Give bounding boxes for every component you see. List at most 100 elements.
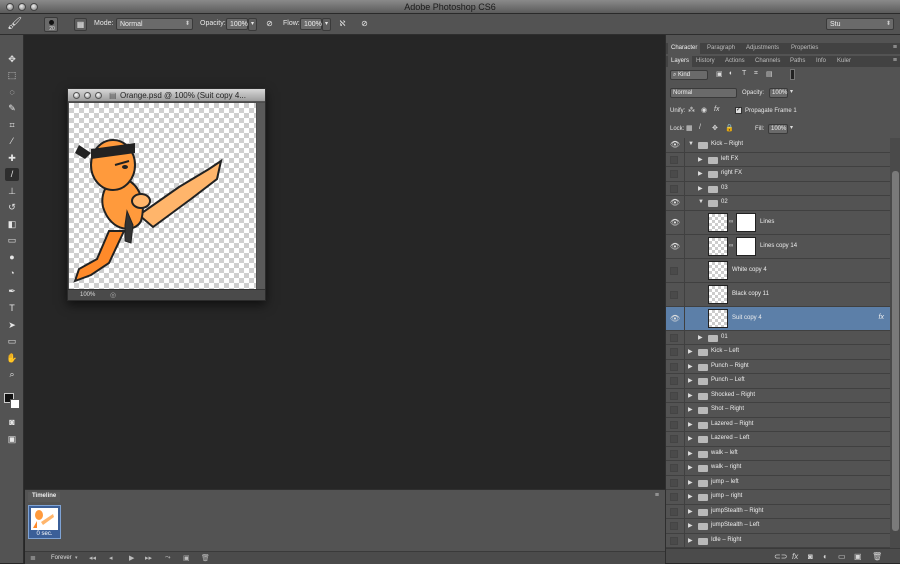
- lasso-tool-icon[interactable]: ◌: [5, 86, 19, 99]
- disclosure-closed-icon[interactable]: ▶: [688, 479, 693, 486]
- layer-group-row[interactable]: ▶ jumpStealth – Right: [666, 504, 890, 519]
- layer-group-row[interactable]: ▶ walk – right: [666, 461, 890, 476]
- previous-frame-icon[interactable]: ◂: [109, 554, 113, 562]
- lock-position-icon[interactable]: ✥: [712, 124, 718, 132]
- layer-row[interactable]: 👁 Suit copy 4 fx: [666, 306, 890, 331]
- smart-object-filter-icon[interactable]: ▤: [766, 70, 773, 78]
- visibility-eye-icon[interactable]: 👁: [669, 198, 681, 207]
- disclosure-closed-icon[interactable]: ▶: [688, 522, 693, 529]
- disclosure-closed-icon[interactable]: ▶: [688, 537, 693, 544]
- tab-channels[interactable]: Channels: [752, 56, 783, 67]
- hand-tool-icon[interactable]: ✋: [5, 352, 19, 365]
- layer-row[interactable]: 👁 ∞ Lines copy 14: [666, 234, 890, 259]
- unify-position-icon[interactable]: ⁂: [688, 106, 695, 114]
- layer-group-row[interactable]: ▶ left FX: [666, 152, 890, 167]
- visibility-toggle[interactable]: [670, 155, 678, 164]
- brush-panel-toggle-icon[interactable]: ▦: [74, 18, 87, 31]
- layer-group-row[interactable]: 👁 ▼ 02: [666, 196, 890, 211]
- blend-mode-select[interactable]: Normal: [670, 88, 737, 98]
- healing-brush-tool-icon[interactable]: ✚: [5, 152, 19, 165]
- quick-mask-icon[interactable]: ◙: [5, 416, 19, 429]
- visibility-toggle[interactable]: [670, 435, 678, 444]
- link-layers-icon[interactable]: ⊂⊃: [774, 552, 787, 561]
- layer-thumbnail[interactable]: [708, 212, 728, 232]
- layer-group-row[interactable]: ▶ jump – left: [666, 475, 890, 490]
- tab-actions[interactable]: Actions: [722, 56, 748, 67]
- tween-icon[interactable]: ⤳: [165, 554, 171, 562]
- layer-thumbnail[interactable]: [708, 260, 728, 280]
- tab-kuler[interactable]: Kuler: [834, 56, 854, 67]
- status-info-icon[interactable]: ◎: [110, 291, 116, 299]
- layer-group-row[interactable]: ▶ 03: [666, 181, 890, 196]
- visibility-toggle[interactable]: [670, 536, 678, 545]
- visibility-toggle[interactable]: [670, 391, 678, 400]
- visibility-toggle[interactable]: [670, 478, 678, 487]
- disclosure-closed-icon[interactable]: ▶: [698, 185, 703, 192]
- tab-info[interactable]: Info: [813, 56, 829, 67]
- propagate-frame-checkbox[interactable]: ✓: [735, 107, 742, 114]
- visibility-toggle[interactable]: [670, 493, 678, 502]
- flow-dropdown-icon[interactable]: ▾: [322, 18, 331, 31]
- delete-layer-icon[interactable]: 🗑: [872, 552, 882, 561]
- layer-effects-icon[interactable]: fx: [879, 314, 884, 321]
- disclosure-closed-icon[interactable]: ▶: [698, 334, 703, 341]
- fill-dropdown-icon[interactable]: ▾: [790, 124, 793, 131]
- animation-frame-1[interactable]: 0 sec.: [28, 505, 61, 539]
- airbrush-icon[interactable]: ℵ: [336, 18, 349, 31]
- crop-tool-icon[interactable]: ⌗: [5, 119, 19, 132]
- layer-group-row[interactable]: ▶ Lazered – Left: [666, 432, 890, 447]
- delete-frame-icon[interactable]: 🗑: [201, 554, 210, 562]
- frame-delay[interactable]: 0 sec.: [29, 531, 60, 537]
- dodge-tool-icon[interactable]: ◔: [5, 267, 19, 280]
- visibility-toggle[interactable]: [670, 449, 678, 458]
- type-filter-icon[interactable]: T: [742, 70, 746, 77]
- brush-tool-icon[interactable]: /: [5, 168, 19, 181]
- quick-select-tool-icon[interactable]: ✎: [5, 102, 19, 115]
- layer-thumbnail[interactable]: [708, 236, 728, 256]
- visibility-toggle[interactable]: [670, 507, 678, 516]
- layer-group-row[interactable]: 👁 ▼ Kick – Right: [666, 138, 890, 153]
- layer-group-row[interactable]: ▶ Shot – Right: [666, 403, 890, 418]
- chain-link-icon[interactable]: ∞: [729, 219, 733, 225]
- panel-menu-icon[interactable]: ≡: [893, 44, 897, 51]
- visibility-eye-icon[interactable]: 👁: [669, 140, 681, 149]
- add-mask-icon[interactable]: ◙: [808, 552, 813, 561]
- eraser-tool-icon[interactable]: ◧: [5, 218, 19, 231]
- panel-menu-icon[interactable]: ≡: [655, 492, 659, 499]
- pressure-size-icon[interactable]: ⊘: [358, 18, 371, 31]
- brush-tool-preset-icon[interactable]: 🖌: [7, 17, 22, 31]
- lock-transparent-icon[interactable]: ▦: [686, 124, 693, 132]
- document-minimize-button[interactable]: [84, 92, 91, 99]
- lock-all-icon[interactable]: 🔒: [725, 124, 734, 132]
- new-group-icon[interactable]: ▭: [838, 552, 846, 561]
- layer-row[interactable]: White copy 4: [666, 258, 890, 283]
- visibility-toggle[interactable]: [670, 170, 678, 179]
- layer-thumbnail[interactable]: [708, 308, 728, 328]
- shape-tool-icon[interactable]: ▭: [5, 335, 19, 348]
- disclosure-closed-icon[interactable]: ▶: [688, 348, 693, 355]
- flow-input[interactable]: 100%: [300, 18, 322, 30]
- clone-stamp-tool-icon[interactable]: ⊥: [5, 185, 19, 198]
- layers-scrollbar-thumb[interactable]: [892, 171, 899, 531]
- layer-row[interactable]: Black copy 11: [666, 282, 890, 307]
- tab-character[interactable]: Character: [668, 43, 701, 54]
- document-close-button[interactable]: [73, 92, 80, 99]
- panel-menu-icon[interactable]: ≡: [893, 57, 897, 64]
- layer-mask-thumbnail[interactable]: [736, 236, 756, 256]
- layer-group-row[interactable]: ▶ Kick – Left: [666, 345, 890, 360]
- visibility-toggle[interactable]: [670, 348, 678, 357]
- visibility-toggle[interactable]: [670, 420, 678, 429]
- document-vertical-scrollbar[interactable]: [257, 103, 265, 289]
- tab-layers[interactable]: Layers: [668, 56, 693, 67]
- visibility-eye-icon[interactable]: 👁: [669, 242, 681, 251]
- disclosure-closed-icon[interactable]: ▶: [698, 156, 703, 163]
- visibility-toggle[interactable]: [670, 377, 678, 386]
- canvas[interactable]: [69, 103, 256, 289]
- shape-filter-icon[interactable]: ⌗: [754, 70, 758, 78]
- disclosure-closed-icon[interactable]: ▶: [688, 406, 693, 413]
- document-zoom-button[interactable]: [95, 92, 102, 99]
- workspace-select[interactable]: Stu ⬍: [826, 18, 894, 30]
- history-brush-tool-icon[interactable]: ↺: [5, 201, 19, 214]
- opacity-input[interactable]: 100%: [226, 18, 248, 30]
- disclosure-closed-icon[interactable]: ▶: [688, 421, 693, 428]
